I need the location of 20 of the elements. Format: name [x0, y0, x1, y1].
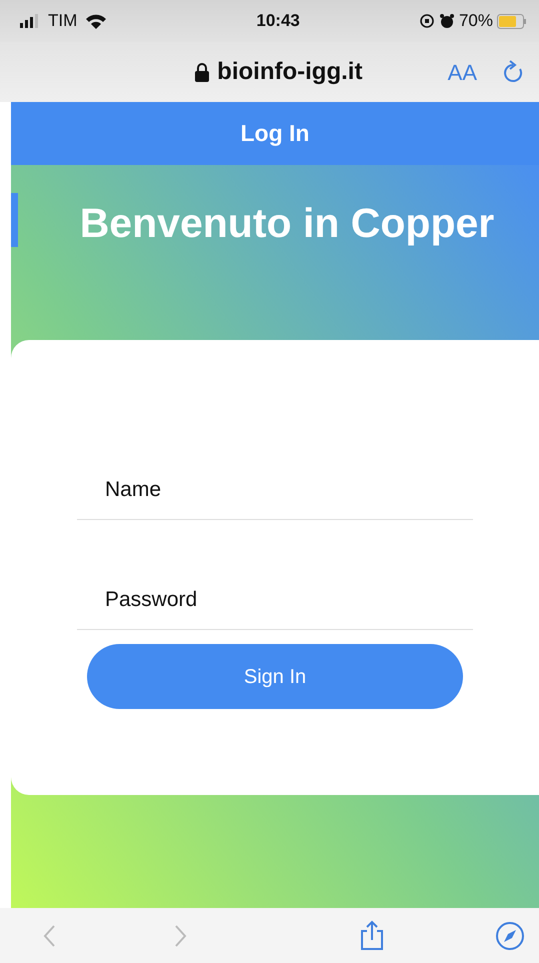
share-icon[interactable] [359, 920, 386, 951]
hero-title: Benvenuto in Copper [80, 200, 494, 246]
header-bar: Log In [11, 102, 539, 165]
rotation-lock-icon [418, 13, 435, 29]
url-text[interactable]: bioinfo-igg.it [217, 54, 362, 90]
wifi-icon [85, 13, 108, 29]
sign-in-button[interactable]: Sign In [87, 644, 463, 709]
alarm-icon [438, 13, 455, 29]
battery-icon [497, 14, 527, 28]
lock-icon [195, 62, 210, 82]
input-field[interactable]: Password [77, 570, 473, 630]
text-size-button[interactable]: AA [448, 56, 477, 88]
reload-icon[interactable] [501, 59, 525, 85]
compass-icon[interactable] [494, 920, 525, 950]
clock-time: 10:43 [255, 10, 301, 32]
signal-icon [20, 14, 40, 28]
input-field[interactable]: Name [77, 460, 473, 520]
battery-percent: 70% [458, 10, 493, 32]
accent-bar [11, 193, 18, 247]
carrier-name: TIM [48, 10, 78, 32]
